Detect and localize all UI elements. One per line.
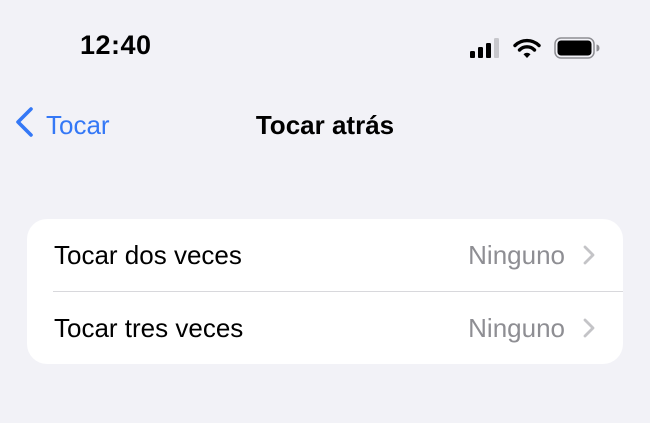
double-tap-row[interactable]: Tocar dos veces Ninguno [27,219,623,291]
chevron-right-icon [582,317,596,339]
page-title: Tocar atrás [255,110,395,140]
status-time: 12:40 [80,30,152,60]
row-label: Tocar dos veces [54,239,242,270]
triple-tap-row[interactable]: Tocar tres veces Ninguno [27,292,623,364]
settings-group: Tocar dos veces Ninguno Tocar tres veces… [27,219,623,364]
status-bar: 12:40 [0,0,650,96]
chevron-right-icon [582,244,596,266]
row-label: Tocar tres veces [54,312,244,343]
cellular-signal-icon [470,38,500,58]
navigation-bar: Tocar Tocar atrás [0,96,650,156]
row-value: Ninguno [468,239,565,270]
battery-icon [554,37,600,59]
row-value: Ninguno [468,312,565,343]
wifi-icon [513,38,541,59]
status-icons [470,36,600,60]
